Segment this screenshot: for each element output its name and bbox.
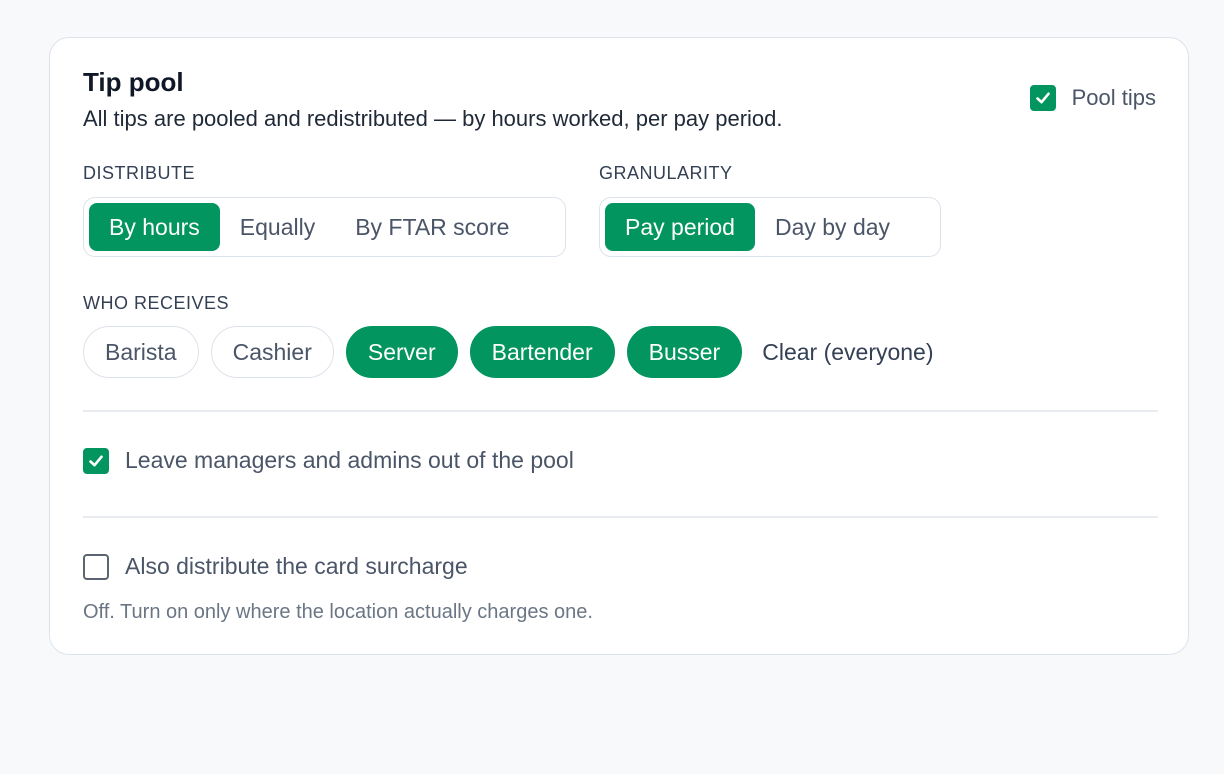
distribute-segmented-control: By hours Equally By FTAR score (83, 197, 566, 257)
exclude-managers-checkbox[interactable] (83, 447, 109, 474)
distribute-label: DISTRIBUTE (83, 163, 196, 183)
divider (83, 410, 1158, 412)
card-surcharge-label: Also distribute the card surcharge (125, 553, 468, 579)
who-receives-label: WHO RECEIVES (83, 293, 230, 313)
granularity-label: GRANULARITY (599, 163, 733, 183)
divider (83, 516, 1158, 518)
distribute-option-equally[interactable]: Equally (220, 203, 335, 251)
card-surcharge-option[interactable]: Also distribute the card surcharge (83, 553, 468, 580)
pool-tips-toggle[interactable]: Pool tips (1029, 85, 1156, 111)
card-surcharge-checkbox[interactable] (83, 553, 109, 580)
checkmark-icon (89, 455, 103, 466)
granularity-option-day-by-day[interactable]: Day by day (755, 203, 910, 251)
role-chips: Barista Cashier Server Bartender Busser … (83, 326, 934, 378)
card-surcharge-helper-text: Off. Turn on only where the location act… (83, 601, 593, 623)
distribute-option-by-hours[interactable]: By hours (89, 203, 220, 251)
role-chip-busser[interactable]: Busser (626, 326, 743, 378)
role-chip-barista[interactable]: Barista (83, 326, 199, 378)
tip-pool-card: Tip pool All tips are pooled and redistr… (49, 37, 1189, 655)
distribute-option-by-ftar-score[interactable]: By FTAR score (335, 203, 529, 251)
card-subtitle: All tips are pooled and redistributed — … (83, 106, 783, 131)
role-chip-server[interactable]: Server (345, 326, 458, 378)
exclude-managers-label: Leave managers and admins out of the poo… (125, 447, 574, 473)
granularity-segmented-control: Pay period Day by day (599, 197, 941, 257)
clear-roles-button[interactable]: Clear (everyone) (762, 339, 933, 366)
role-chip-cashier[interactable]: Cashier (210, 326, 334, 378)
exclude-managers-option[interactable]: Leave managers and admins out of the poo… (83, 447, 574, 474)
pool-tips-checkbox[interactable] (1029, 85, 1056, 111)
pool-tips-label: Pool tips (1071, 85, 1156, 110)
granularity-option-pay-period[interactable]: Pay period (605, 203, 755, 251)
checkmark-icon (1035, 92, 1050, 104)
role-chip-bartender[interactable]: Bartender (469, 326, 615, 378)
card-title: Tip pool (83, 67, 184, 97)
